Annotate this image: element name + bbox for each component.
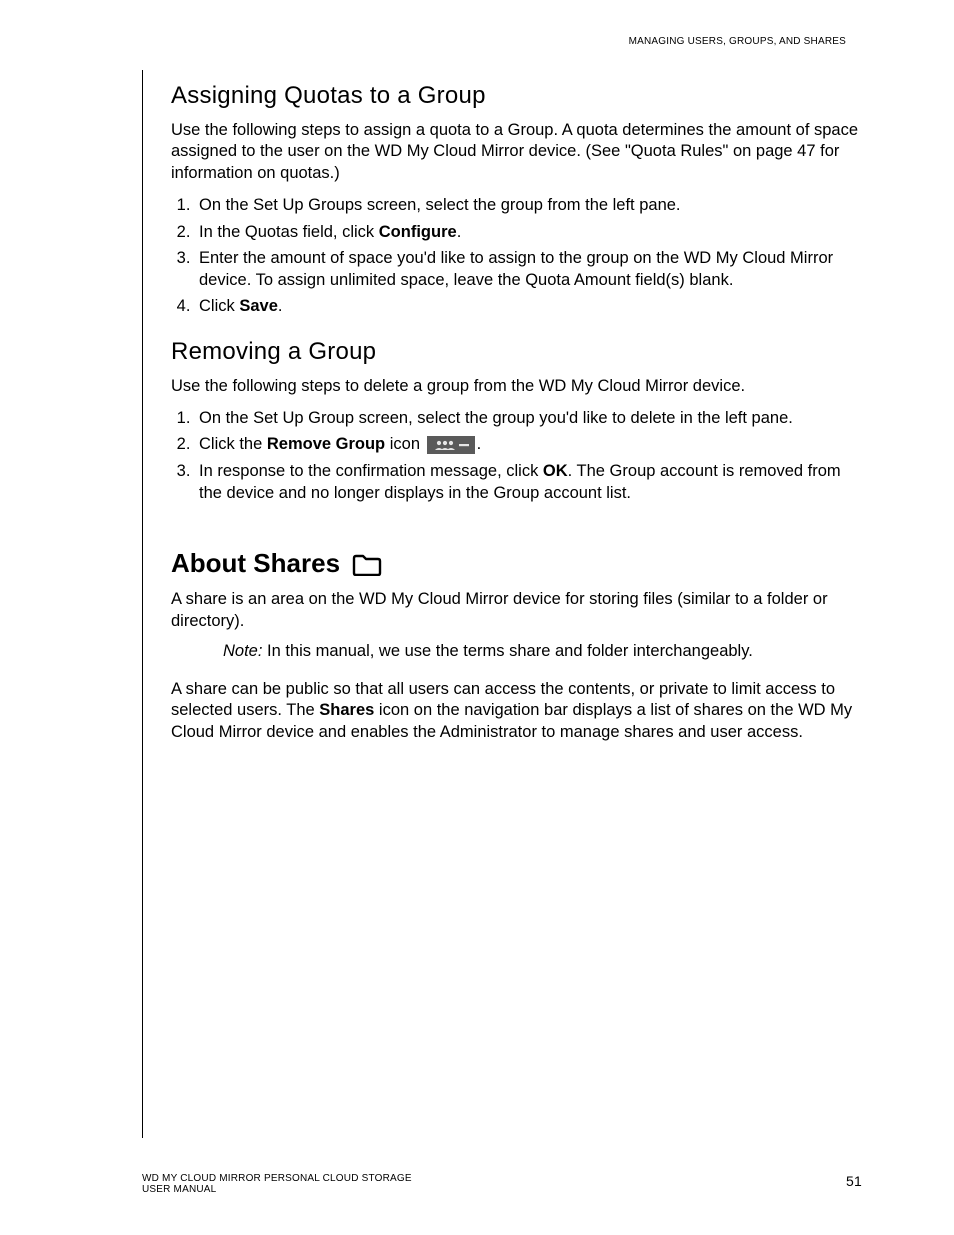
- step-bold: OK: [543, 462, 568, 480]
- intro-removing-group: Use the following steps to delete a grou…: [171, 376, 862, 397]
- step-text: .: [477, 435, 482, 453]
- footer-line2: USER MANUAL: [142, 1184, 412, 1195]
- step-text: icon: [385, 435, 424, 453]
- step-text: In the Quotas field, click: [199, 223, 379, 241]
- footer-line1: WD MY CLOUD MIRROR PERSONAL CLOUD STORAG…: [142, 1173, 412, 1184]
- para-bold: Shares: [319, 701, 374, 719]
- step: On the Set Up Groups screen, select the …: [195, 194, 862, 216]
- steps-removing-group: On the Set Up Group screen, select the g…: [171, 407, 862, 504]
- heading-text: About Shares: [171, 548, 340, 579]
- note-label: Note:: [223, 642, 262, 660]
- footer-title: WD MY CLOUD MIRROR PERSONAL CLOUD STORAG…: [142, 1173, 412, 1195]
- note-block: Note: In this manual, we use the terms s…: [223, 642, 862, 661]
- page-footer: WD MY CLOUD MIRROR PERSONAL CLOUD STORAG…: [142, 1173, 862, 1195]
- remove-group-icon: [427, 436, 475, 454]
- step-bold: Save: [239, 297, 278, 315]
- folder-icon: [352, 552, 382, 576]
- note-text: In this manual, we use the terms share a…: [262, 642, 752, 660]
- running-header: MANAGING USERS, GROUPS, AND SHARES: [629, 36, 846, 47]
- step: On the Set Up Group screen, select the g…: [195, 407, 862, 429]
- step: In the Quotas field, click Configure.: [195, 221, 862, 243]
- heading-removing-group: Removing a Group: [171, 338, 862, 366]
- page-number: 51: [846, 1173, 862, 1189]
- intro-assigning-quotas: Use the following steps to assign a quot…: [171, 120, 862, 184]
- para-about-shares-2: A share can be public so that all users …: [171, 679, 862, 743]
- step-text: .: [457, 223, 462, 241]
- step: Click the Remove Group icon: [195, 433, 862, 455]
- step-text: In response to the confirmation message,…: [199, 462, 543, 480]
- step-bold: Remove Group: [267, 435, 385, 453]
- page-content: Assigning Quotas to a Group Use the foll…: [142, 70, 862, 1138]
- step: In response to the confirmation message,…: [195, 460, 862, 505]
- step-text: Click the: [199, 435, 267, 453]
- step: Enter the amount of space you'd like to …: [195, 247, 862, 292]
- heading-assigning-quotas: Assigning Quotas to a Group: [171, 82, 862, 110]
- step: Click Save.: [195, 295, 862, 317]
- steps-assigning-quotas: On the Set Up Groups screen, select the …: [171, 194, 862, 317]
- heading-about-shares: About Shares: [171, 548, 862, 579]
- intro-about-shares: A share is an area on the WD My Cloud Mi…: [171, 589, 862, 632]
- step-bold: Configure: [379, 223, 457, 241]
- step-text: .: [278, 297, 283, 315]
- step-text: Click: [199, 297, 239, 315]
